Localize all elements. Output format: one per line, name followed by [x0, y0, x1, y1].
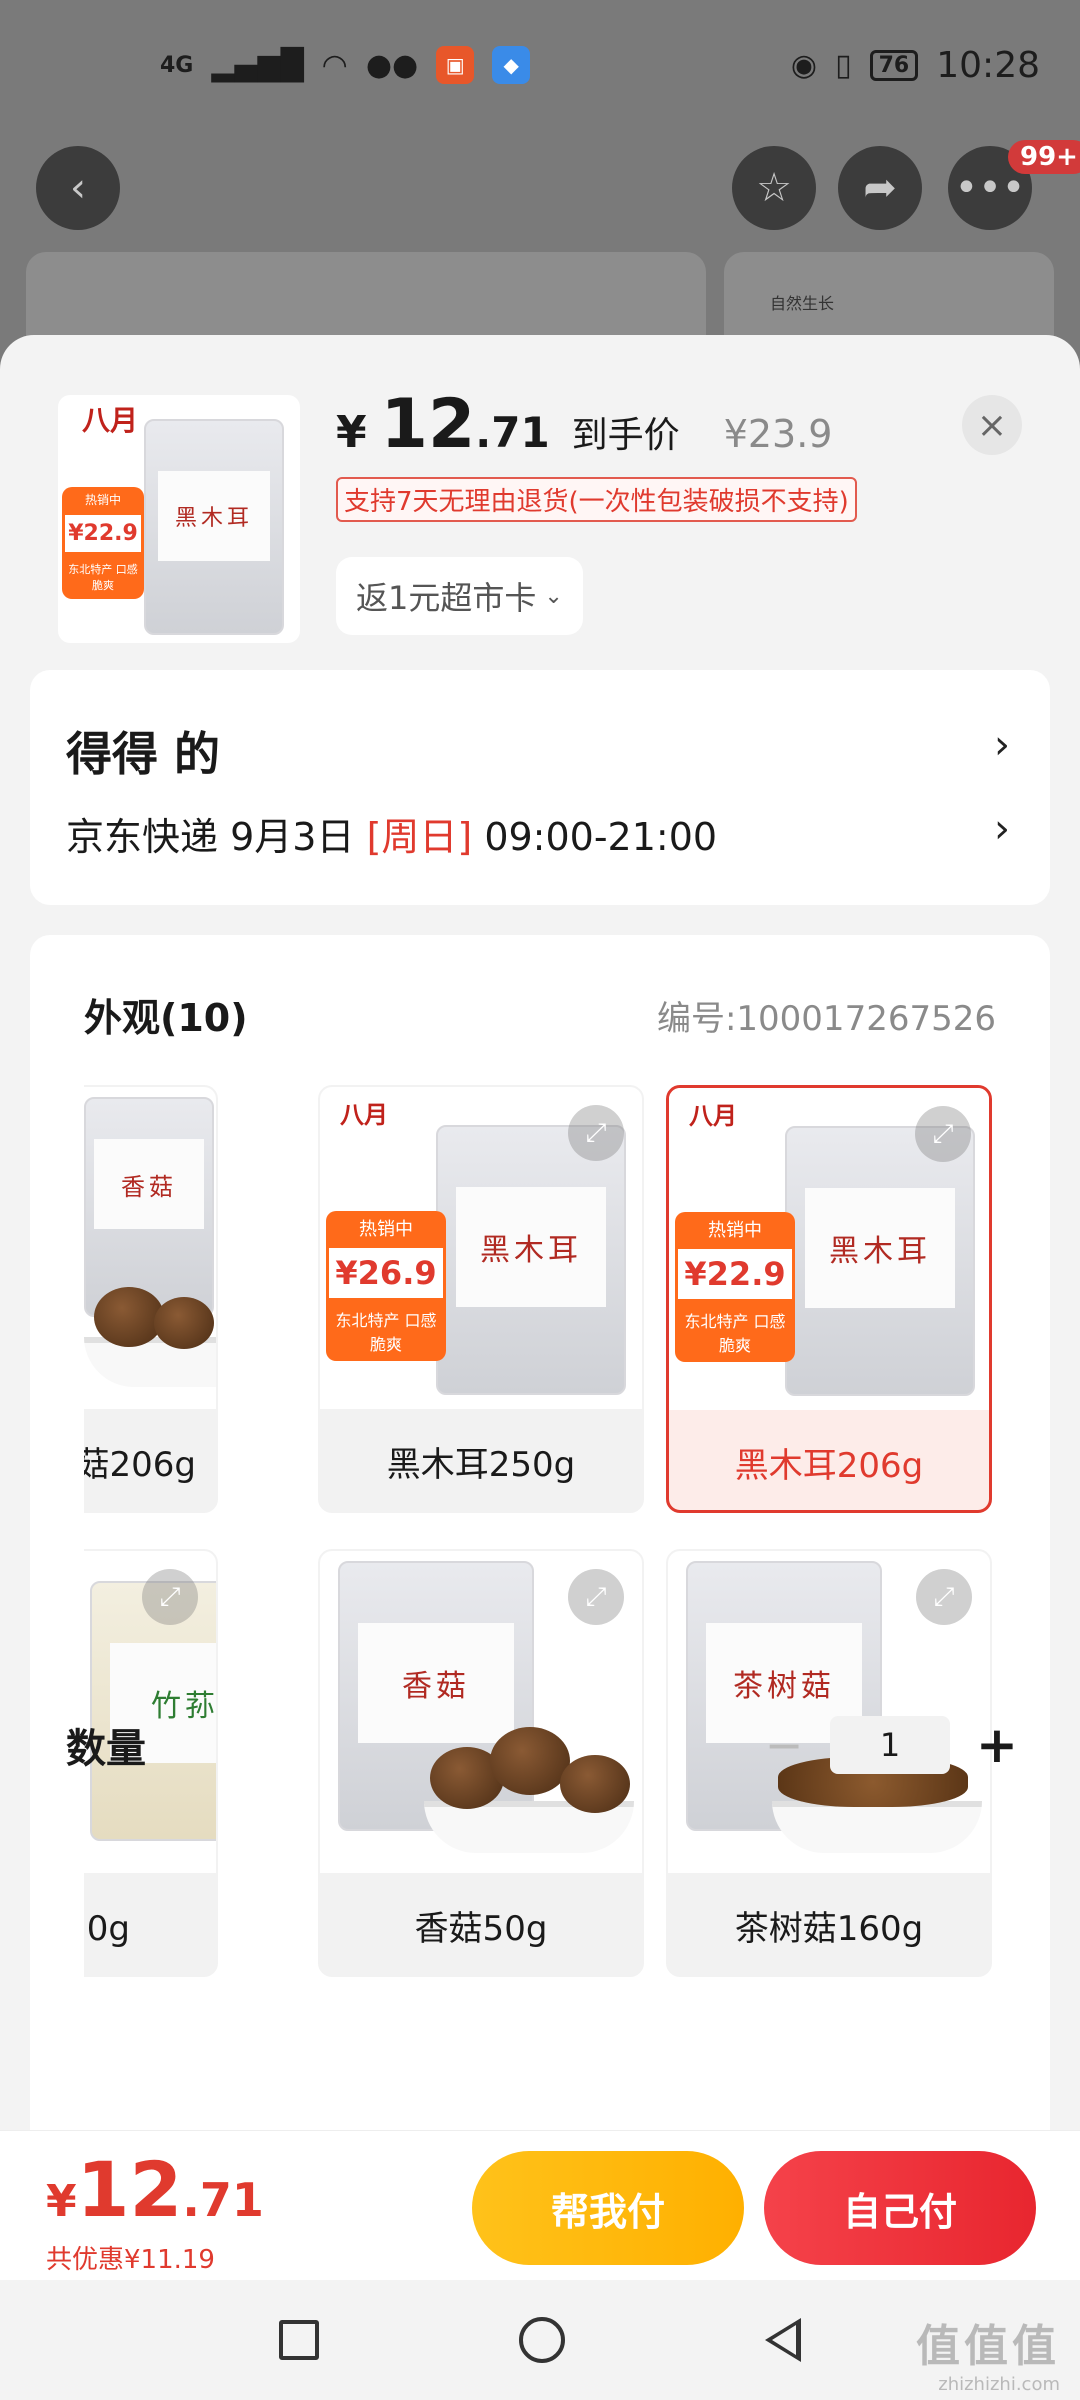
- watermark-url: zhizhizhi.com: [938, 2374, 1060, 2395]
- favorite-button[interactable]: ☆: [732, 146, 816, 230]
- quantity-input[interactable]: 1: [830, 1716, 950, 1774]
- delivery-window: 09:00-21:00: [484, 815, 718, 859]
- bowl-image: [772, 1801, 982, 1853]
- option-label: 茶树菇160g: [734, 1908, 924, 1949]
- watermark-text: 值值值: [916, 2321, 1060, 2372]
- price-decimal: .71: [182, 2173, 264, 2227]
- app-notification-icon: ▣: [436, 46, 475, 84]
- package-image: 黑木耳: [144, 419, 284, 635]
- option-black-fungus-250g[interactable]: 八月 黑木耳 热销中 ¥26.9 东北特产 口感脆爽 黑木耳250g ⤢: [318, 1085, 644, 1513]
- courier-name: 京东快递: [66, 815, 219, 859]
- brand-logo: 八月: [340, 1100, 388, 1129]
- currency-symbol: ¥: [46, 2176, 77, 2227]
- package-image: 黑木耳: [436, 1125, 626, 1395]
- recipient-name: 得得 的: [66, 727, 221, 781]
- status-bar: 4G ▂▄▆█ ◠ ●● ▣ ◆ ◉ ▯ 76 10:28: [0, 0, 1080, 130]
- checkout-bar: ¥ 12 .71 共优惠¥11.19 帮我付 自己付: [0, 2130, 1080, 2280]
- back-button[interactable]: ‹: [36, 146, 120, 230]
- quantity-stepper: − 1 +: [764, 1716, 1018, 1774]
- chevron-right-icon[interactable]: ›: [994, 806, 1010, 852]
- option-label: 黑木耳250g: [386, 1444, 576, 1485]
- expand-icon[interactable]: ⤢: [916, 1569, 972, 1625]
- promo-sticker: 热销中 ¥26.9 东北特产 口感脆爽: [326, 1211, 446, 1361]
- quantity-label: 数量: [66, 1726, 146, 1772]
- product-thumbnail: 八月 黑木耳 热销中 ¥22.9 东北特产 口感脆爽: [58, 395, 300, 643]
- vibrate-icon: ▯: [835, 47, 852, 83]
- expand-icon[interactable]: ⤢: [142, 1569, 198, 1625]
- quantity-minus-button[interactable]: −: [764, 1718, 804, 1772]
- wifi-icon: ◠: [321, 47, 348, 83]
- brand-logo: 八月: [689, 1101, 737, 1130]
- network-indicator: 4G: [160, 52, 194, 78]
- spec-title: 外观(10): [84, 996, 248, 1040]
- price-note: 到手价: [571, 415, 680, 456]
- quantity-plus-button[interactable]: +: [976, 1716, 1018, 1774]
- signal-icon: ▂▄▆█: [211, 47, 304, 83]
- mushroom-image: [154, 1297, 214, 1349]
- eye-icon: ◉: [790, 47, 818, 83]
- clock: 10:28: [936, 44, 1040, 86]
- option-label: 黑木耳206g: [734, 1445, 924, 1486]
- total-saving: 共优惠¥11.19: [46, 2245, 215, 2275]
- delivery-address-card[interactable]: 得得 的 › 京东快递 9月3日 [周日] 09:00-21:00 ›: [30, 670, 1050, 905]
- chevron-right-icon[interactable]: ›: [994, 722, 1010, 768]
- expand-icon[interactable]: ⤢: [568, 1105, 624, 1161]
- sku-number: 编号:100017267526: [656, 999, 996, 1039]
- expand-icon[interactable]: ⤢: [568, 1569, 624, 1625]
- share-button[interactable]: ➦: [838, 146, 922, 230]
- chat-icon: ●●: [365, 47, 419, 83]
- option-black-fungus-206g[interactable]: 八月 黑木耳 热销中 ¥22.9 东北特产 口感脆爽 黑木耳206g ⤢: [666, 1085, 992, 1513]
- option-image: 香菇: [84, 1087, 216, 1409]
- close-button[interactable]: ×: [962, 395, 1022, 455]
- watermark: 值值值 zhizhizhi.com: [916, 2310, 1060, 2395]
- home-button[interactable]: [519, 2317, 565, 2363]
- delivery-time[interactable]: 京东快递 9月3日 [周日] 09:00-21:00: [66, 806, 717, 861]
- expand-icon[interactable]: ⤢: [915, 1106, 971, 1162]
- package-image: 黑木耳: [785, 1126, 975, 1396]
- spec-selector: 外观(10) 编号:100017267526 香菇 香菇206g 八月: [30, 935, 1050, 2280]
- close-icon: ×: [976, 404, 1008, 446]
- product-options-sheet: 八月 黑木耳 热销中 ¥22.9 东北特产 口感脆爽 ¥ 12 .71 到手价 …: [0, 335, 1080, 2280]
- option-label: 香菇50g: [414, 1908, 548, 1949]
- price-decimal: .71: [475, 408, 550, 457]
- total-price: ¥ 12 .71: [46, 2145, 264, 2234]
- supermarket-card-chip[interactable]: 返1元超市卡 ⌄: [336, 557, 583, 635]
- brand-logo: 八月: [82, 404, 139, 437]
- return-policy-tag: 支持7天无理由退货(一次性包装破损不支持): [336, 477, 857, 522]
- promo-sticker: 热销中 ¥22.9 东北特产 口感脆爽: [675, 1212, 795, 1362]
- background-card-text: 自然生长: [770, 294, 835, 313]
- option-shiitake-206g[interactable]: 香菇 香菇206g: [84, 1085, 218, 1513]
- pay-myself-button[interactable]: 自己付: [764, 2151, 1036, 2265]
- delivery-day: [周日]: [366, 815, 473, 859]
- original-price: ¥23.9: [723, 412, 833, 456]
- sheet-header: 八月 黑木耳 热销中 ¥22.9 东北特产 口感脆爽 ¥ 12 .71 到手价 …: [0, 335, 1080, 665]
- battery-indicator: 76: [869, 49, 919, 81]
- recents-button[interactable]: [279, 2320, 319, 2360]
- notification-badge: 99+: [1008, 140, 1080, 174]
- price-line: ¥ 12 .71 到手价 ¥23.9: [336, 385, 832, 464]
- quantity-row: 数量 − 1 +: [66, 1715, 1018, 1775]
- currency-symbol: ¥: [336, 407, 367, 458]
- option-label: 竹荪50g: [84, 1908, 130, 1949]
- package-image: 香菇: [84, 1097, 214, 1317]
- promo-sticker: 热销中 ¥22.9 东北特产 口感脆爽: [62, 487, 144, 599]
- system-back-button[interactable]: [765, 2318, 801, 2362]
- option-label: 香菇206g: [84, 1444, 196, 1485]
- price-integer: 12: [76, 2145, 183, 2234]
- app-notification-icon: ◆: [492, 46, 531, 84]
- mushroom-image: [94, 1287, 164, 1347]
- option-grid: 香菇 香菇206g 八月 黑木耳 热销中 ¥26.9: [84, 1085, 1030, 1985]
- chevron-down-icon: ⌄: [544, 583, 563, 609]
- help-me-pay-button[interactable]: 帮我付: [472, 2151, 744, 2265]
- price-integer: 12: [380, 385, 476, 464]
- card-chip-label: 返1元超市卡: [356, 579, 537, 617]
- delivery-date: 9月3日: [230, 815, 355, 859]
